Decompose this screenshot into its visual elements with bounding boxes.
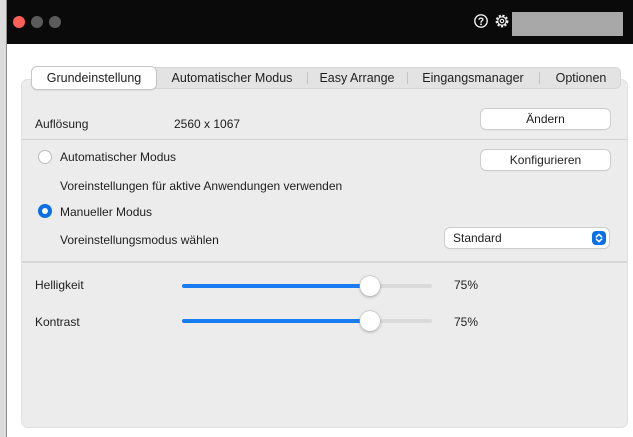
auto-mode-description: Voreinstellungen für aktive Anwendungen …	[60, 179, 343, 193]
brightness-label: Helligkeit	[35, 278, 84, 292]
title-bar	[7, 0, 633, 44]
settings-panel: Auflösung 2560 x 1067 Ändern Automatisch…	[21, 79, 628, 428]
brightness-value: 75%	[454, 278, 479, 292]
minimize-window-button[interactable]	[31, 16, 43, 28]
tab-eingangsmanager[interactable]: Eingangsmanager	[409, 67, 537, 89]
manual-mode-label: Manueller Modus	[60, 205, 153, 219]
brightness-slider[interactable]	[182, 276, 432, 296]
tab-automatischer-modus[interactable]: Automatischer Modus	[159, 67, 305, 89]
tab-grundeinstellung[interactable]: Grundeinstellung	[32, 67, 156, 89]
help-icon[interactable]	[472, 12, 490, 30]
tab-separator	[407, 72, 408, 84]
auto-mode-label: Automatischer Modus	[60, 150, 177, 164]
contrast-slider[interactable]	[182, 311, 432, 331]
manual-mode-radio[interactable]	[38, 204, 52, 218]
section-divider	[22, 261, 627, 263]
preset-mode-label: Voreinstellungsmodus wählen	[60, 233, 219, 247]
app-window: Auflösung 2560 x 1067 Ändern Automatisch…	[7, 0, 633, 437]
resolution-label: Auflösung	[35, 117, 89, 131]
tab-easy-arrange[interactable]: Easy Arrange	[309, 67, 405, 89]
title-bar-field[interactable]	[512, 12, 623, 36]
tab-bar: Grundeinstellung Automatischer Modus Eas…	[31, 67, 621, 89]
auto-mode-radio[interactable]	[38, 150, 52, 164]
change-resolution-button[interactable]: Ändern	[481, 109, 610, 129]
configure-button[interactable]: Konfigurieren	[481, 150, 610, 170]
preset-mode-value: Standard	[453, 231, 502, 245]
close-window-button[interactable]	[13, 16, 25, 28]
contrast-value: 75%	[454, 315, 479, 329]
gear-icon[interactable]	[493, 12, 511, 30]
section-divider	[22, 139, 627, 140]
slider-knob[interactable]	[359, 311, 380, 331]
select-arrows-icon	[592, 231, 606, 245]
resolution-value: 2560 x 1067	[174, 117, 241, 131]
tab-optionen[interactable]: Optionen	[541, 67, 621, 89]
tab-separator	[539, 72, 540, 84]
slider-fill	[182, 319, 370, 323]
slider-knob[interactable]	[359, 276, 380, 296]
preset-mode-select[interactable]: Standard	[445, 228, 609, 248]
slider-fill	[182, 284, 370, 288]
tab-separator	[307, 72, 308, 84]
zoom-window-button[interactable]	[49, 16, 61, 28]
contrast-label: Kontrast	[35, 315, 80, 329]
